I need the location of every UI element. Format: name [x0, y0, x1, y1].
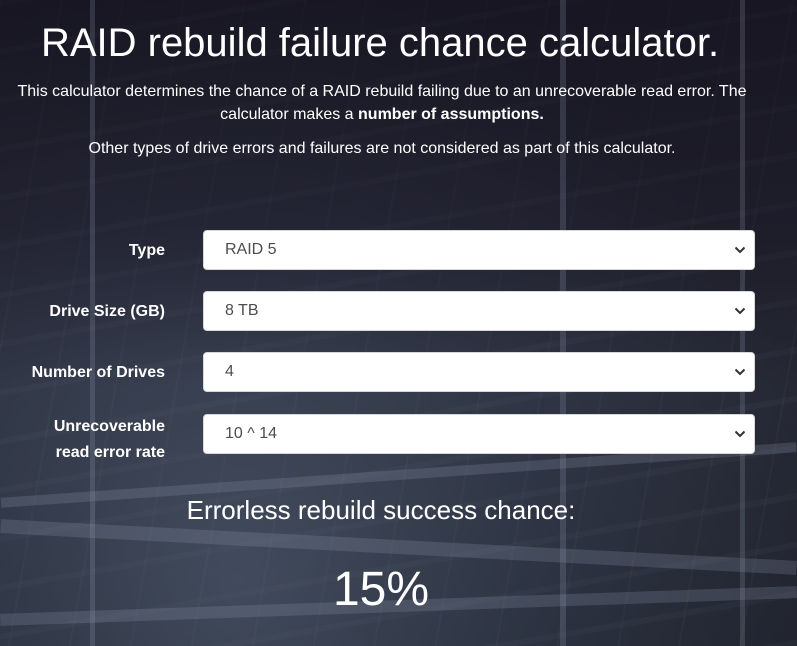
ure-row: Unrecoverable read error rate 10 ^ 14 — [0, 414, 797, 461]
ure-label: Unrecoverable read error rate — [54, 414, 165, 466]
num-drives-select-value: 4 — [225, 363, 234, 380]
intro-text: This calculator determines the chance of… — [2, 80, 762, 126]
type-select-value: RAID 5 — [225, 241, 277, 258]
ure-label-line2: read error rate — [55, 444, 165, 461]
calculator: RAID rebuild failure chance calculator. … — [0, 0, 797, 616]
chevron-down-icon — [734, 368, 746, 376]
chevron-down-icon — [734, 430, 746, 438]
scope-note: Other types of drive errors and failures… — [88, 140, 676, 157]
type-row: Type RAID 5 — [0, 230, 797, 272]
drive-size-row: Drive Size (GB) 8 TB — [0, 291, 797, 333]
drive-size-select-value: 8 TB — [225, 302, 259, 319]
drive-size-select[interactable]: 8 TB — [203, 291, 755, 331]
page-title: RAID rebuild failure chance calculator. — [40, 21, 720, 65]
type-select[interactable]: RAID 5 — [203, 230, 755, 270]
num-drives-select[interactable]: 4 — [203, 352, 755, 392]
num-drives-row: Number of Drives 4 — [0, 352, 797, 394]
assumptions-link[interactable]: number of assumptions. — [358, 106, 544, 123]
ure-select[interactable]: 10 ^ 14 — [203, 414, 755, 454]
ure-label-line1: Unrecoverable — [53, 418, 165, 435]
drive-size-label: Drive Size (GB) — [49, 303, 165, 320]
result-label: Errorless rebuild success chance: — [186, 495, 576, 525]
num-drives-label: Number of Drives — [31, 364, 165, 381]
chevron-down-icon — [734, 246, 746, 254]
ure-select-value: 10 ^ 14 — [225, 425, 277, 442]
type-label: Type — [128, 242, 165, 259]
chevron-down-icon — [734, 307, 746, 315]
result-value: 15% — [332, 563, 430, 616]
